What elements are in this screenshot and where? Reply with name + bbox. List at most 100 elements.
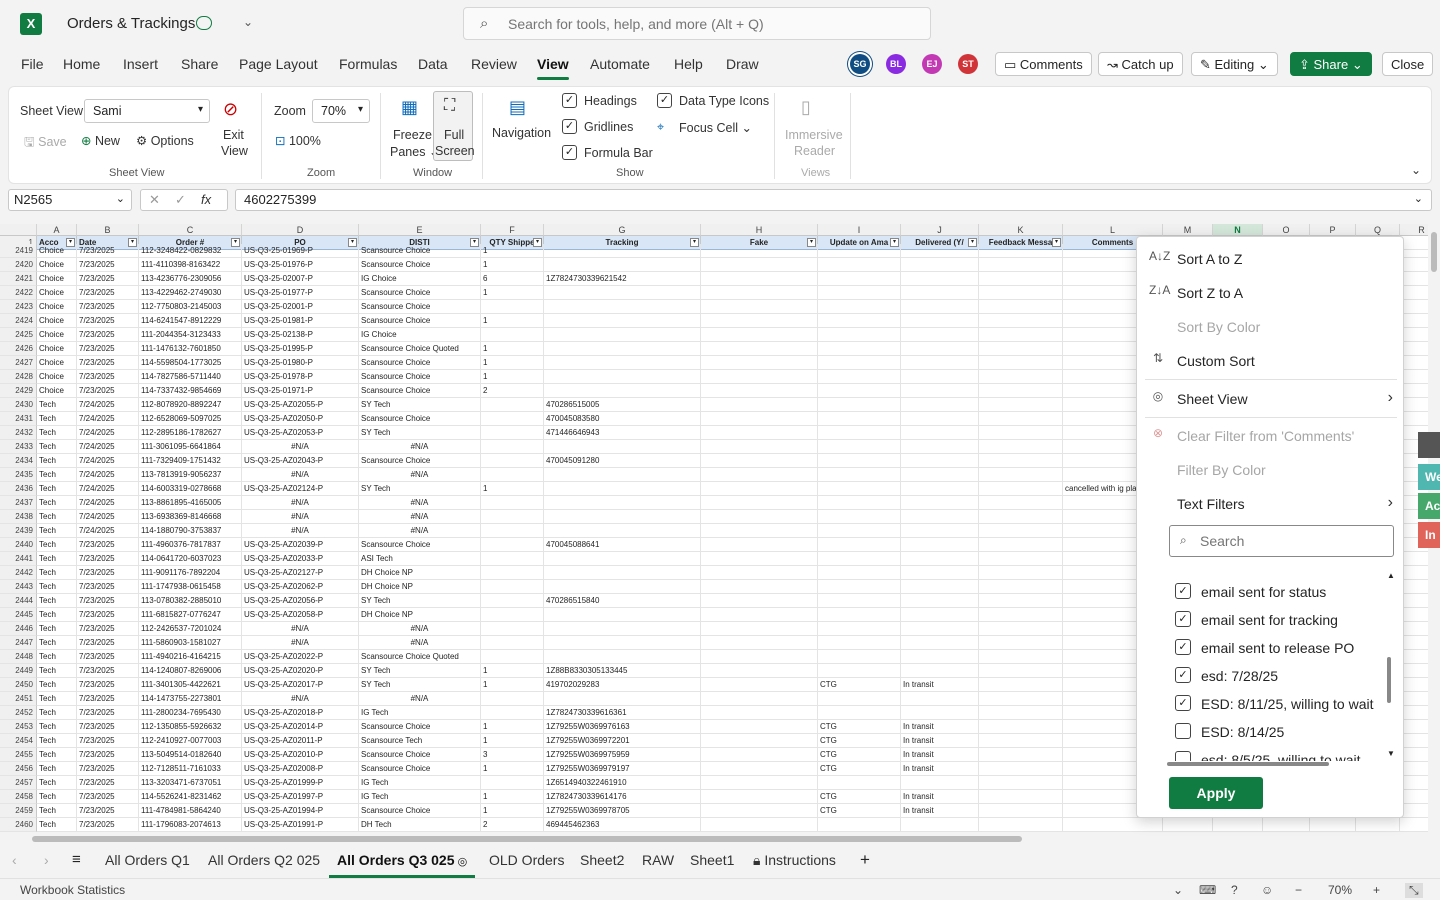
grid-cell[interactable]: 114-1473755-2273801: [139, 692, 242, 706]
row-header[interactable]: 2459: [0, 804, 37, 818]
grid-cell[interactable]: Tech: [37, 552, 77, 566]
grid-cell[interactable]: Tech: [37, 622, 77, 636]
list-horizontal-scroll-thumb[interactable]: [1167, 762, 1329, 766]
row-header[interactable]: 2420: [0, 258, 37, 272]
grid-cell[interactable]: [901, 398, 979, 412]
grid-cell[interactable]: 7/24/2025: [77, 496, 139, 510]
grid-cell[interactable]: 111-3401305-4422621: [139, 678, 242, 692]
grid-cell[interactable]: 7/23/2025: [77, 706, 139, 720]
grid-cell[interactable]: Tech: [37, 454, 77, 468]
comments-button[interactable]: ▭ Comments: [995, 52, 1092, 76]
grid-cell[interactable]: 7/23/2025: [77, 720, 139, 734]
grid-cell[interactable]: [818, 594, 901, 608]
grid-cell[interactable]: Choice: [37, 300, 77, 314]
grid-cell[interactable]: [901, 356, 979, 370]
grid-cell[interactable]: IG Tech: [359, 706, 481, 720]
grid-cell[interactable]: [901, 328, 979, 342]
grid-cell[interactable]: IG Tech: [359, 790, 481, 804]
filter-value-list[interactable]: ✓ email sent for status ✓ email sent for tr…: [1169, 573, 1399, 761]
grid-cell[interactable]: 111-4784981-5864240: [139, 804, 242, 818]
full-label[interactable]: Full: [444, 128, 464, 142]
new-view-button[interactable]: ⊕ New: [81, 133, 120, 148]
freeze-label[interactable]: Freeze: [393, 128, 432, 142]
grid-cell[interactable]: [979, 440, 1063, 454]
grid-cell[interactable]: US-Q3-25-01971-P: [242, 384, 359, 398]
grid-cell[interactable]: 112-3248422-0829832: [139, 244, 242, 258]
row-header[interactable]: 2419: [0, 244, 37, 258]
grid-cell[interactable]: [701, 678, 818, 692]
filter-checkbox[interactable]: ✓: [1175, 583, 1191, 599]
grid-cell[interactable]: [544, 468, 701, 482]
grid-cell[interactable]: 1: [481, 342, 544, 356]
grid-cell[interactable]: [1356, 818, 1400, 832]
grid-cell[interactable]: SY Tech: [359, 398, 481, 412]
grid-cell[interactable]: [544, 440, 701, 454]
feedback-icon[interactable]: ☺: [1261, 883, 1273, 897]
column-header-d[interactable]: D: [242, 224, 359, 236]
column-header-o[interactable]: O: [1263, 224, 1310, 236]
grid-cell[interactable]: [481, 426, 544, 440]
grid-cell[interactable]: 7/23/2025: [77, 762, 139, 776]
grid-cell[interactable]: [901, 482, 979, 496]
grid-cell[interactable]: In transit: [901, 762, 979, 776]
grid-cell[interactable]: 1Z7824730339616361: [544, 706, 701, 720]
grid-cell[interactable]: 114-7337432-9854669: [139, 384, 242, 398]
clear-filter-item[interactable]: ⊗ Clear Filter from 'Comments': [1149, 422, 1393, 450]
grid-cell[interactable]: DH Choice NP: [359, 566, 481, 580]
grid-cell[interactable]: [481, 538, 544, 552]
grid-cell[interactable]: [1400, 720, 1428, 734]
grid-cell[interactable]: CTG: [818, 790, 901, 804]
grid-cell[interactable]: Tech: [37, 664, 77, 678]
grid-cell[interactable]: [1400, 706, 1428, 720]
grid-cell[interactable]: [901, 440, 979, 454]
row-header[interactable]: 2438: [0, 510, 37, 524]
grid-cell[interactable]: 470286515005: [544, 398, 701, 412]
sheet-tab-q2[interactable]: All Orders Q2 025: [208, 852, 320, 868]
grid-cell[interactable]: [901, 650, 979, 664]
grid-cell[interactable]: [1400, 594, 1428, 608]
grid-cell[interactable]: [901, 552, 979, 566]
grid-cell[interactable]: US-Q3-25-AZ01999-P: [242, 776, 359, 790]
grid-cell[interactable]: #N/A: [242, 524, 359, 538]
formula-bar-label[interactable]: Formula Bar: [584, 146, 653, 160]
grid-cell[interactable]: [901, 258, 979, 272]
grid-cell[interactable]: [979, 272, 1063, 286]
grid-cell[interactable]: [544, 566, 701, 580]
grid-cell[interactable]: US-Q3-25-AZ02008-P: [242, 762, 359, 776]
workbook-statistics[interactable]: Workbook Statistics: [20, 883, 125, 897]
row-header[interactable]: 2432: [0, 426, 37, 440]
grid-cell[interactable]: US-Q3-25-AZ02124-P: [242, 482, 359, 496]
grid-cell[interactable]: [1400, 258, 1428, 272]
grid-cell[interactable]: [544, 244, 701, 258]
grid-cell[interactable]: [979, 762, 1063, 776]
grid-cell[interactable]: [481, 706, 544, 720]
grid-cell[interactable]: Tech: [37, 608, 77, 622]
grid-cell[interactable]: Scansource Choice: [359, 258, 481, 272]
grid-cell[interactable]: [979, 398, 1063, 412]
grid-cell[interactable]: 112-2426537-7201024: [139, 622, 242, 636]
grid-cell[interactable]: #N/A: [242, 692, 359, 706]
grid-cell[interactable]: 114-6003319-0278668: [139, 482, 242, 496]
grid-cell[interactable]: 1: [481, 790, 544, 804]
menu-automate[interactable]: Automate: [590, 56, 650, 72]
grid-cell[interactable]: [901, 538, 979, 552]
row-header[interactable]: 2460: [0, 818, 37, 832]
grid-cell[interactable]: [1213, 818, 1263, 832]
grid-cell[interactable]: [701, 664, 818, 678]
row-header[interactable]: 2455: [0, 748, 37, 762]
grid-cell[interactable]: [701, 720, 818, 734]
grid-cell[interactable]: [544, 286, 701, 300]
grid-cell[interactable]: CTG: [818, 762, 901, 776]
grid-cell[interactable]: Tech: [37, 650, 77, 664]
grid-cell[interactable]: 7/23/2025: [77, 566, 139, 580]
column-header-q[interactable]: Q: [1356, 224, 1400, 236]
grid-cell[interactable]: SY Tech: [359, 664, 481, 678]
grid-cell[interactable]: Tech: [37, 636, 77, 650]
grid-cell[interactable]: 1: [481, 370, 544, 384]
grid-cell[interactable]: 7/24/2025: [77, 454, 139, 468]
grid-cell[interactable]: [701, 314, 818, 328]
grid-cell[interactable]: [818, 552, 901, 566]
grid-cell[interactable]: US-Q3-25-AZ02127-P: [242, 566, 359, 580]
freeze-panes-icon[interactable]: ▦: [401, 97, 418, 118]
grid-cell[interactable]: [701, 482, 818, 496]
